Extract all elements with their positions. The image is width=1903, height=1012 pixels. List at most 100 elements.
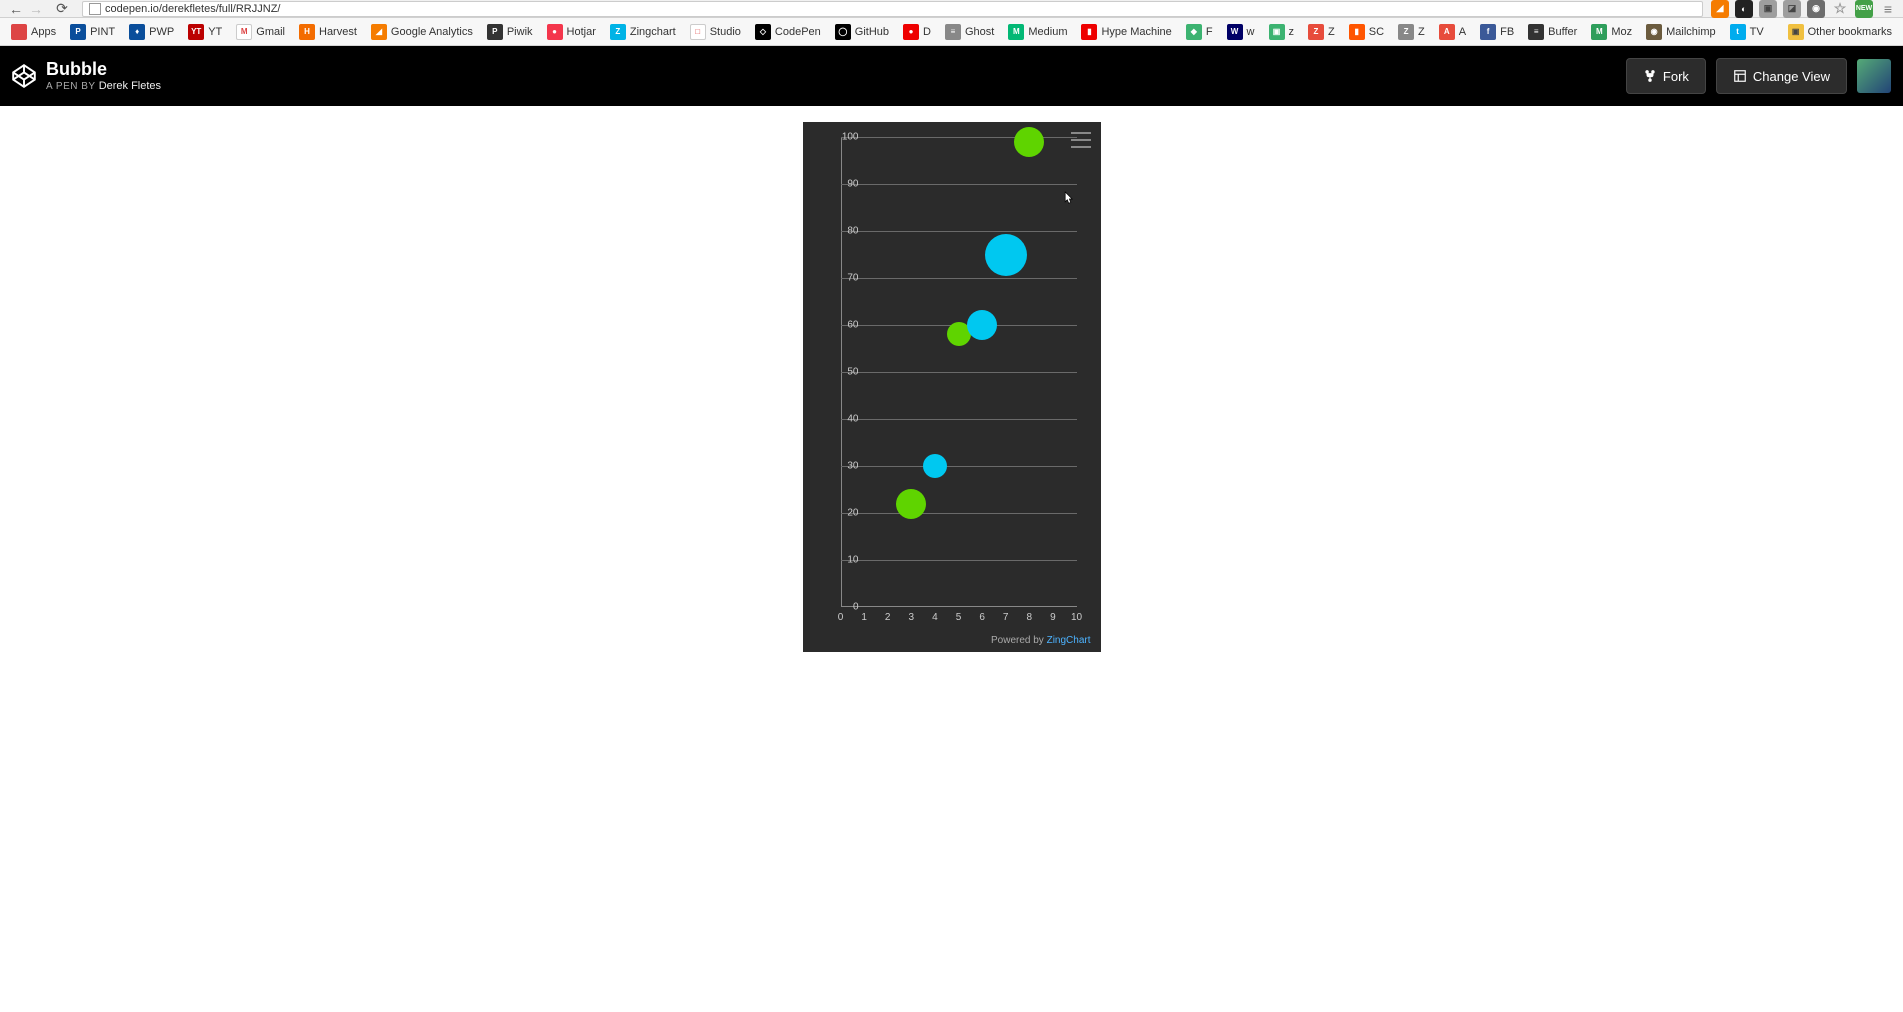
bubble-point[interactable] [985,234,1027,276]
browser-extensions: ◢ ◐ ▣ ◪ ◉ ☆ NEW ≡ [1711,0,1897,18]
change-view-button[interactable]: Change View [1716,58,1847,94]
y-tick-label: 80 [847,226,858,237]
nav-back-button[interactable]: ← [6,1,26,17]
y-tick-label: 60 [847,320,858,331]
y-tick-label: 100 [842,132,859,143]
bookmark-item[interactable]: MMedium [1003,22,1072,42]
bookmark-favicon: ≡ [1528,24,1544,40]
bookmark-item[interactable]: □Studio [685,22,746,42]
plot-area [841,137,1077,607]
other-bookmarks-label: Other bookmarks [1808,26,1892,38]
bookmark-label: SC [1369,26,1384,38]
bookmark-label: Piwik [507,26,533,38]
bookmark-item[interactable]: ▣z [1264,22,1300,42]
user-avatar[interactable] [1857,59,1891,93]
ext-camera-icon[interactable]: ◉ [1807,0,1825,18]
bookmark-item[interactable]: ◉Mailchimp [1641,22,1721,42]
zingchart-link[interactable]: ZingChart [1047,635,1091,646]
bookmark-item[interactable]: ZZ [1303,22,1340,42]
bookmark-item[interactable]: ◯GitHub [830,22,894,42]
address-bar[interactable]: codepen.io/derekfletes/full/RRJJNZ/ [82,1,1703,17]
bookmark-item[interactable]: ◇CodePen [750,22,826,42]
page-icon [89,3,101,15]
bookmark-favicon: W [1227,24,1243,40]
bookmark-item[interactable]: PPiwik [482,22,538,42]
bookmark-item[interactable]: HHarvest [294,22,362,42]
bubble-point[interactable] [1014,127,1044,157]
grid-line [841,419,1077,420]
chart-attribution: Powered by ZingChart [991,635,1091,646]
bookmark-item[interactable]: ●Hotjar [542,22,601,42]
bookmark-item[interactable]: Ww [1222,22,1260,42]
bookmark-item[interactable]: ≡Buffer [1523,22,1582,42]
x-tick-label: 4 [932,612,938,623]
ext-shield-icon[interactable]: ◪ [1783,0,1801,18]
bookmark-favicon: P [70,24,86,40]
bookmark-item[interactable]: ▮SC [1344,22,1389,42]
bookmark-label: Ghost [965,26,994,38]
bookmark-label: A [1459,26,1466,38]
nav-reload-button[interactable]: ⟳ [52,1,72,17]
codepen-logo-icon[interactable] [12,64,36,88]
bookmark-item[interactable]: f FB [1475,22,1519,42]
bookmark-item[interactable]: ZZingchart [605,22,681,42]
bookmark-favicon: ▮ [1081,24,1097,40]
browser-menu-icon[interactable]: ≡ [1879,0,1897,18]
bookmark-favicon: YT [188,24,204,40]
x-tick-label: 8 [1027,612,1033,623]
grid-line [841,231,1077,232]
page-body: Powered by ZingChart 0102030405060708090… [0,106,1903,1012]
ext-tag-icon[interactable]: ▣ [1759,0,1777,18]
bubble-point[interactable] [923,454,947,478]
bookmark-item[interactable]: MGmail [231,22,290,42]
bookmark-item[interactable]: ♦PWP [124,22,179,42]
bubble-point[interactable] [967,310,997,340]
pen-author[interactable]: Derek Fletes [99,80,161,92]
bookmark-star-icon[interactable]: ☆ [1831,0,1849,18]
x-tick-label: 7 [1003,612,1009,623]
bookmark-label: YT [208,26,222,38]
x-axis [841,606,1077,607]
bookmark-item[interactable]: ZZ [1393,22,1430,42]
x-tick-label: 3 [909,612,915,623]
grid-line [841,466,1077,467]
bookmark-item[interactable]: MMoz [1586,22,1637,42]
bookmark-item[interactable]: PPINT [65,22,120,42]
codepen-header: Bubble A PEN BY Derek Fletes Fork Change… [0,46,1903,106]
bookmark-favicon: f [1480,24,1496,40]
bookmark-item[interactable]: ◆F [1181,22,1218,42]
bookmark-favicon: ● [903,24,919,40]
y-tick-label: 90 [847,179,858,190]
bookmark-item[interactable]: ≡Ghost [940,22,999,42]
change-view-label: Change View [1753,69,1830,84]
bookmark-item[interactable]: ●D [898,22,936,42]
bookmark-item[interactable]: ◢Google Analytics [366,22,478,42]
ext-analytics-icon[interactable]: ◢ [1711,0,1729,18]
y-tick-label: 70 [847,273,858,284]
x-tick-label: 6 [979,612,985,623]
bookmark-item[interactable]: tTV [1725,22,1769,42]
other-bookmarks[interactable]: ▣ Other bookmarks [1783,22,1897,42]
bookmark-favicon: ◢ [371,24,387,40]
browser-toolbar: ← → ⟳ codepen.io/derekfletes/full/RRJJNZ… [0,0,1903,18]
ext-dark-icon[interactable]: ◐ [1735,0,1753,18]
fork-icon [1643,69,1657,83]
bookmark-item[interactable]: AA [1434,22,1471,42]
bookmark-label: Hype Machine [1101,26,1171,38]
bookmark-label: F [1206,26,1213,38]
bubble-point[interactable] [896,489,926,519]
bookmark-item[interactable]: ▮ Hype Machine [1076,22,1176,42]
bookmark-favicon: t [1730,24,1746,40]
x-tick-label: 5 [956,612,962,623]
ext-new-icon[interactable]: NEW [1855,0,1873,18]
bookmark-item[interactable]: Apps [6,22,61,42]
change-view-icon [1733,69,1747,83]
bookmark-favicon: Z [610,24,626,40]
bookmark-label: FB [1500,26,1514,38]
bookmark-favicon: Z [1398,24,1414,40]
bookmarks-bar: AppsPPINT♦PWP YT YT MGmailHHarvest◢Google A… [0,18,1903,46]
bookmark-item[interactable]: YT YT [183,22,227,42]
nav-forward-button[interactable]: → [26,1,46,17]
fork-button[interactable]: Fork [1626,58,1706,94]
grid-line [841,372,1077,373]
